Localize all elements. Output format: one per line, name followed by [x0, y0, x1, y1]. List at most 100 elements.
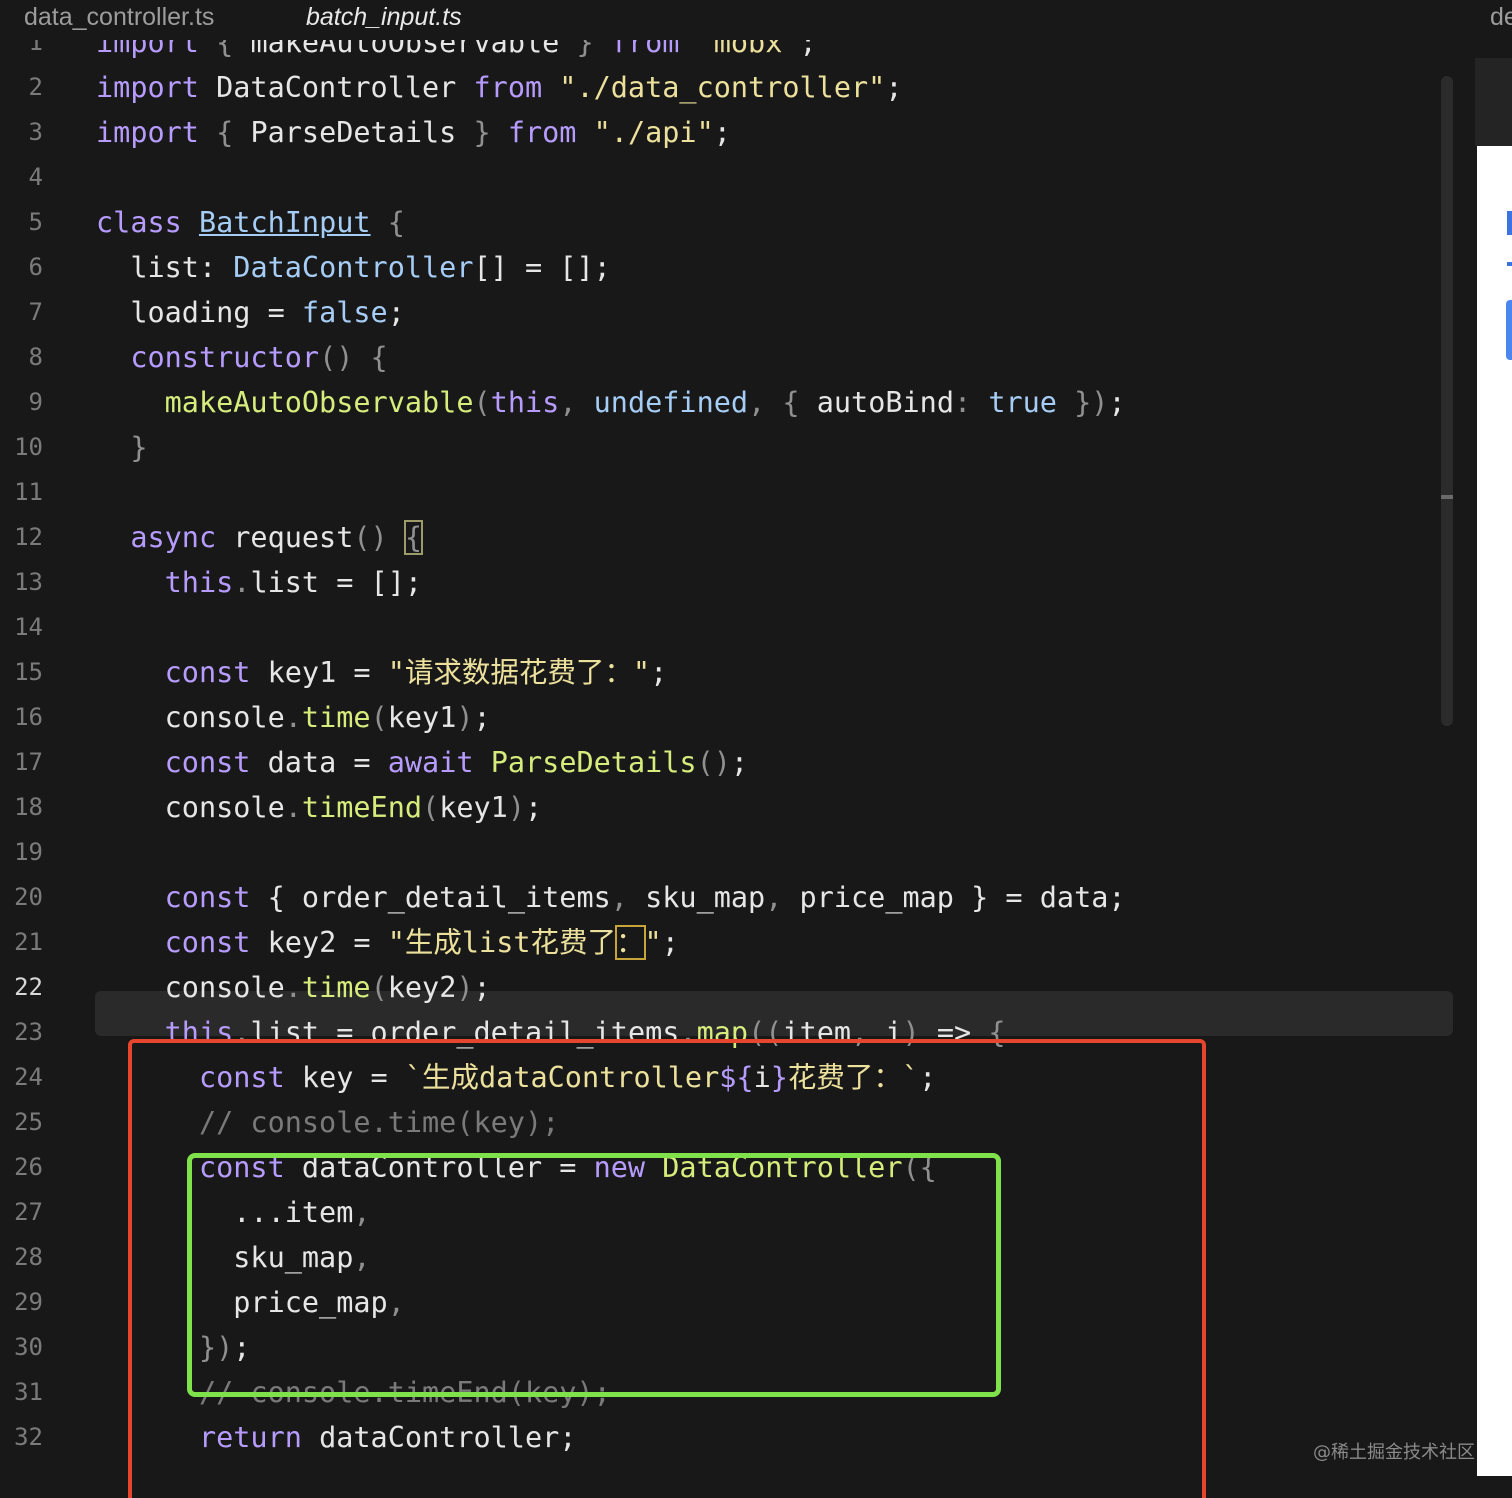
tab-batch-input[interactable]: batch_input.ts — [306, 0, 462, 40]
code-text: console.timeEnd(key1); — [96, 785, 543, 830]
code-token: makeAutoObservable — [96, 386, 474, 419]
code-token: undefined — [593, 386, 749, 419]
code-token: time — [301, 701, 371, 734]
line-number: 17 — [14, 748, 43, 776]
code-token: DataController — [233, 251, 474, 284]
code-token: { order_detail_items — [250, 881, 611, 914]
code-text: this.list = []; — [96, 560, 422, 605]
code-token: key1 — [387, 701, 457, 734]
tab-truncated[interactable]: de — [1490, 0, 1512, 40]
code-token: } — [559, 40, 611, 59]
editor-scrollbar[interactable] — [1441, 76, 1453, 726]
code-text: constructor() { — [96, 335, 388, 380]
code-token: makeAutoObservable — [250, 40, 560, 59]
code-text: const key1 = "请求数据花费了："; — [96, 650, 668, 695]
code-token: false — [301, 296, 388, 329]
code-token: }) — [1056, 386, 1109, 419]
code-text: class BatchInput { — [96, 200, 405, 245]
code-token: this — [490, 386, 560, 419]
line-number: 8 — [28, 343, 43, 371]
code-line: 9 makeAutoObservable(this, undefined, { … — [0, 380, 1475, 425]
line-number: 28 — [14, 1243, 43, 1271]
code-token: timeEnd — [301, 791, 423, 824]
code-token: , — [610, 881, 646, 914]
code-token: list: — [96, 251, 234, 284]
code-line: 5 class BatchInput { — [0, 200, 1475, 245]
code-text: list: DataController[] = []; — [96, 245, 611, 290]
code-token: () — [353, 521, 405, 554]
line-number: 31 — [14, 1378, 43, 1406]
code-token: [] = []; — [473, 251, 611, 284]
line-number: 18 — [14, 793, 43, 821]
code-line: 19 — [0, 830, 1475, 875]
code-token: } — [456, 116, 508, 149]
line-number: 25 — [14, 1108, 43, 1136]
line-number: 14 — [14, 613, 43, 641]
code-token: ) — [507, 791, 526, 824]
green-highlight-box — [187, 1153, 1001, 1397]
code-token: ) — [456, 701, 474, 734]
code-line: 22 console.time(key2); — [0, 965, 1475, 1010]
line-number: 30 — [14, 1333, 43, 1361]
scrollbar-position-marker — [1441, 495, 1453, 499]
code-token: ) — [456, 971, 474, 1004]
code-token: ParseDetails — [250, 116, 457, 149]
code-line: 12 async request() { — [0, 515, 1475, 560]
code-token: import — [96, 40, 199, 59]
line-number: 20 — [14, 883, 43, 911]
line-number: 11 — [14, 478, 43, 506]
code-token: ; — [650, 656, 668, 689]
code-line: 8 constructor() { — [0, 335, 1475, 380]
line-number: 5 — [28, 208, 43, 236]
line-number: 1 — [28, 40, 43, 56]
code-token: ; — [730, 746, 749, 779]
code-token: ; — [799, 40, 817, 59]
code-token: ( — [422, 791, 440, 824]
code-editor[interactable]: 1 import { makeAutoObservable } from "mob… — [0, 40, 1475, 1498]
code-token: this — [96, 566, 234, 599]
code-line: 7 loading = false; — [0, 290, 1475, 335]
code-token: , — [765, 881, 800, 914]
code-token: ( — [370, 971, 388, 1004]
code-token: autoBind — [816, 386, 954, 419]
code-line: 21 const key2 = "生成list花费了："; — [0, 920, 1475, 965]
code-token: "./api" — [576, 116, 714, 149]
line-number: 6 — [28, 253, 43, 281]
code-token: key2 = — [250, 926, 388, 959]
code-token: price_map } = data; — [799, 881, 1126, 914]
code-token: , — [559, 386, 594, 419]
code-token: " — [644, 926, 662, 959]
code-token: const — [96, 881, 251, 914]
code-token: ( — [473, 386, 491, 419]
code-token: sku_map — [645, 881, 766, 914]
line-number: 12 — [14, 523, 43, 551]
code-token: import — [96, 71, 199, 104]
line-number: 27 — [14, 1198, 43, 1226]
code-token: ; — [1108, 386, 1126, 419]
code-token: "请求数据花费了： — [387, 656, 633, 689]
line-number: 32 — [14, 1423, 43, 1451]
code-line: 14 — [0, 605, 1475, 650]
code-token: () { — [319, 341, 388, 374]
code-token: import — [96, 116, 199, 149]
code-token: () — [696, 746, 731, 779]
code-text: const key2 = "生成list花费了："; — [96, 920, 679, 965]
code-token: ; — [885, 71, 903, 104]
side-panel-accent — [1507, 211, 1512, 235]
side-panel-button[interactable] — [1506, 300, 1512, 360]
code-text: console.time(key1); — [96, 695, 491, 740]
code-token: await — [387, 746, 474, 779]
tab-bar: data_controller.ts batch_input.ts de — [0, 0, 1512, 40]
line-number: 19 — [14, 838, 43, 866]
code-token: ; — [661, 926, 679, 959]
code-token: { — [403, 520, 424, 555]
code-text: loading = false; — [96, 290, 405, 335]
code-line: 11 — [0, 470, 1475, 515]
tab-data-controller[interactable]: data_controller.ts — [24, 0, 214, 40]
code-text: const data = await ParseDetails(); — [96, 740, 748, 785]
code-token: ; — [473, 701, 491, 734]
code-token: list = []; — [250, 566, 423, 599]
line-number: 24 — [14, 1063, 43, 1091]
code-token: ( — [370, 701, 388, 734]
